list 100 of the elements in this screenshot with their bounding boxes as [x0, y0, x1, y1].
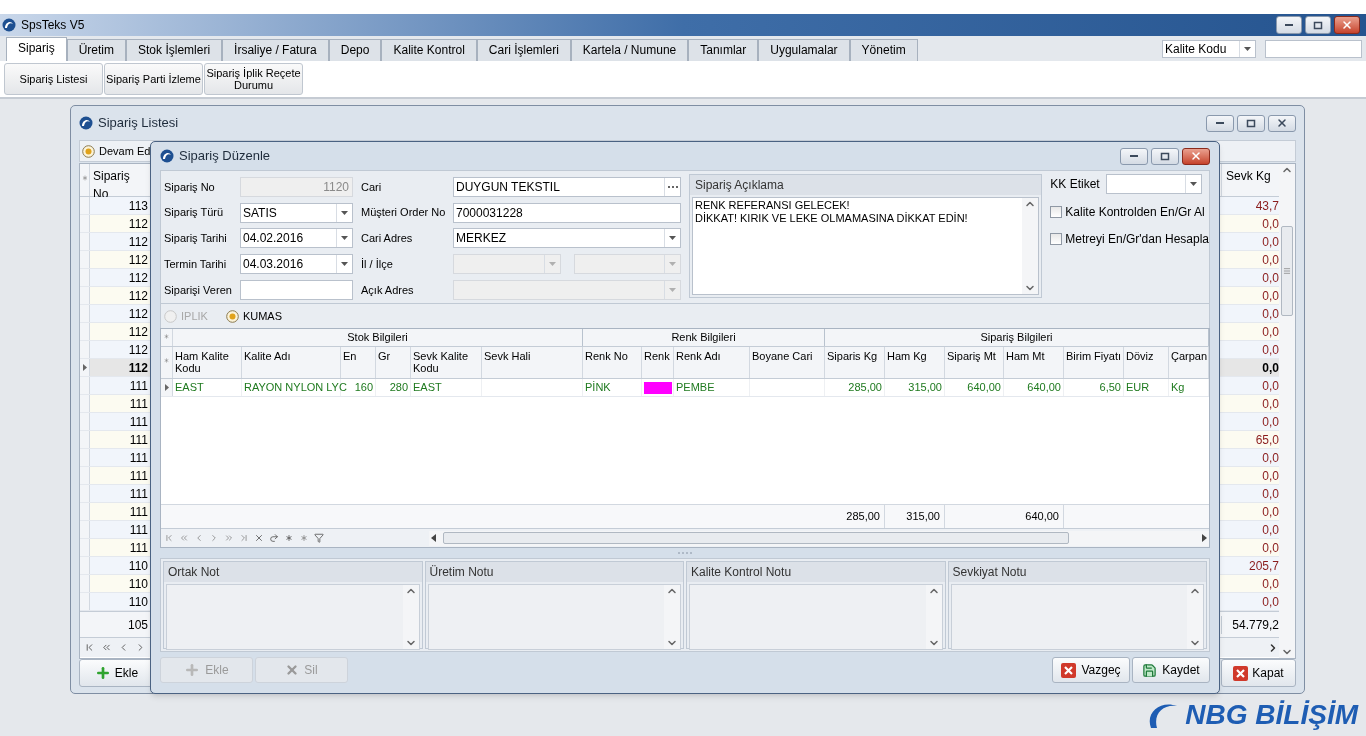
lookup-field[interactable]: DUYGUN TEKSTIL: [453, 176, 681, 197]
insert-button[interactable]: [284, 533, 294, 543]
table-cell-text: 111: [128, 377, 148, 395]
horizontal-scrollbar[interactable]: [429, 530, 1209, 546]
tab[interactable]: Cari İşlemleri: [476, 39, 571, 61]
previous-page-button[interactable]: [101, 642, 112, 653]
close-button[interactable]: [1268, 114, 1296, 132]
combo-box[interactable]: SATIS: [240, 202, 353, 223]
scrollbar[interactable]: [1022, 198, 1039, 294]
note-field[interactable]: [427, 584, 681, 650]
description-field[interactable]: RENK REFERANSI GELECEK! DİKKAT! KIRIK VE LEKE OLMAMASINA DİKKAT EDİN!: [692, 197, 1040, 295]
column-header[interactable]: Sevk Hali: [482, 347, 583, 378]
first-button[interactable]: [164, 533, 174, 543]
row-indicator[interactable]: [80, 359, 90, 376]
note-field[interactable]: [689, 584, 943, 650]
previous-page-button[interactable]: [179, 533, 189, 543]
scrollbar-thumb[interactable]: [443, 532, 1069, 544]
combo-box[interactable]: 04.03.2016: [240, 254, 353, 275]
combo-box[interactable]: Kalite Kodu: [1162, 40, 1256, 58]
brand-logo: NBG BİLİŞİM: [1185, 700, 1358, 730]
scroll-left-icon: [429, 533, 439, 543]
column-header[interactable]: Renk: [642, 347, 674, 378]
combo-box[interactable]: 04.02.2016: [240, 228, 353, 249]
tab[interactable]: İrsaliye / Fatura: [222, 39, 329, 61]
column-header[interactable]: Döviz: [1124, 347, 1169, 378]
column-header[interactable]: Kalite Adı: [242, 347, 341, 378]
note-field[interactable]: [166, 584, 420, 650]
save-button[interactable]: Kaydet: [1132, 657, 1210, 683]
last-button[interactable]: [239, 533, 249, 543]
checkbox[interactable]: [1050, 206, 1063, 218]
tab[interactable]: Yönetim: [849, 39, 918, 61]
note-field[interactable]: [950, 584, 1204, 650]
column-header[interactable]: En: [341, 347, 376, 378]
ellipsis-icon: [664, 177, 680, 196]
combo-box[interactable]: MERKEZ: [453, 228, 681, 249]
row-indicator[interactable]: [161, 379, 173, 396]
tab[interactable]: Kartela / Numune: [570, 39, 689, 61]
radio-button[interactable]: [82, 144, 95, 158]
next-page-button[interactable]: [224, 533, 234, 543]
column-header[interactable]: Sevk Kalite Kodu: [411, 347, 482, 378]
scrollbar[interactable]: [1187, 585, 1203, 649]
scrollbar[interactable]: [1279, 164, 1295, 658]
swirl-logo-icon: [79, 116, 93, 130]
maximize-button[interactable]: [1151, 147, 1179, 165]
maximize-button[interactable]: [1237, 114, 1265, 132]
tab[interactable]: Uygulamalar: [758, 39, 850, 61]
column-header[interactable]: Ham Mt: [1004, 347, 1064, 378]
close-button[interactable]: [1334, 16, 1360, 34]
column-header[interactable]: Ham Kalite Kodu: [173, 347, 242, 378]
scrollbar[interactable]: [402, 585, 419, 649]
combo-box[interactable]: [1106, 174, 1203, 194]
delete-button[interactable]: [254, 533, 264, 543]
x-icon: [1233, 665, 1249, 681]
search-field[interactable]: [1265, 40, 1362, 58]
minimize-button[interactable]: [1120, 147, 1148, 165]
scroll-right-icon: [1199, 533, 1209, 543]
column-header[interactable]: Çarpan: [1169, 347, 1209, 378]
first-button[interactable]: [84, 642, 95, 653]
scrollbar[interactable]: [925, 585, 942, 649]
tab[interactable]: Üretim: [66, 39, 127, 61]
column-header[interactable]: Birim Fiyatı: [1064, 347, 1124, 378]
redo-button[interactable]: [269, 533, 279, 543]
ribbon-button[interactable]: Sipariş İplik Reçete Durumu: [204, 63, 303, 95]
minimize-button[interactable]: [1206, 114, 1234, 132]
maximize-button[interactable]: [1305, 16, 1331, 34]
previous-button[interactable]: [194, 533, 204, 543]
scrollbar-thumb[interactable]: [1281, 226, 1293, 316]
radio-label: KUMAS: [242, 308, 283, 324]
radio-button[interactable]: [225, 309, 239, 323]
column-header[interactable]: Boyane Cari: [750, 347, 825, 378]
tab[interactable]: Kalite Kontrol: [381, 39, 477, 61]
append-button[interactable]: [299, 533, 309, 543]
filter-button[interactable]: [314, 533, 324, 543]
tab[interactable]: Stok İşlemleri: [126, 39, 223, 61]
table-cell-text: 65,0: [1254, 431, 1279, 449]
checkbox[interactable]: [1050, 233, 1063, 245]
minimize-button[interactable]: [1276, 16, 1302, 34]
column-header[interactable]: Ham Kg: [885, 347, 945, 378]
ribbon-button[interactable]: Sipariş Parti İzleme: [104, 63, 203, 95]
next-button[interactable]: [209, 533, 219, 543]
cancel-button[interactable]: Vazgeç: [1052, 657, 1130, 683]
tab[interactable]: Tanımlar: [688, 39, 759, 61]
ribbon-button[interactable]: Sipariş Listesi: [4, 63, 103, 95]
combo-box[interactable]: [574, 254, 681, 275]
band-header: Stok Bilgileri: [173, 329, 583, 346]
table-cell-text: 0,0: [1261, 449, 1279, 467]
close-window-button[interactable]: Kapat: [1221, 659, 1296, 687]
tab[interactable]: Sipariş: [6, 37, 67, 61]
column-header[interactable]: Siparis Kg: [825, 347, 885, 378]
scrollbar[interactable]: [664, 585, 680, 649]
column-header[interactable]: Renk Adı: [674, 347, 750, 378]
column-header[interactable]: Sipariş Mt: [945, 347, 1004, 378]
text-field[interactable]: 7000031228: [453, 202, 681, 223]
close-button[interactable]: [1182, 147, 1210, 165]
table-cell-text: 0,0: [1261, 251, 1279, 269]
text-field[interactable]: [240, 280, 353, 301]
tab[interactable]: Depo: [328, 39, 382, 61]
column-header[interactable]: Gr: [376, 347, 411, 378]
column-header[interactable]: Renk No: [583, 347, 642, 378]
row-pointer-icon: [164, 384, 169, 391]
